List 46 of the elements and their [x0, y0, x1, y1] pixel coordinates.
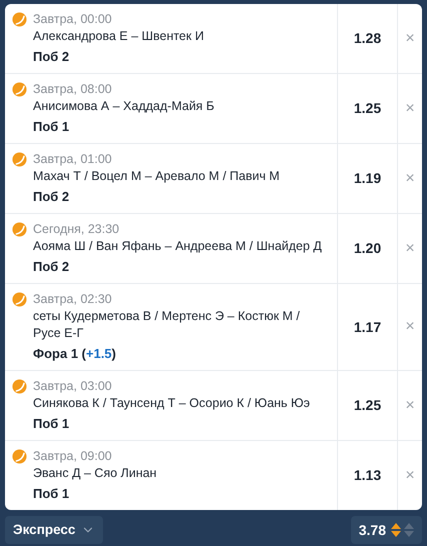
bet-selection: Поб 2 [33, 48, 70, 66]
odds-value: 1.25 [354, 396, 382, 415]
bet-selection: Поб 2 [33, 258, 70, 276]
event-time: Завтра, 00:00 [33, 11, 113, 28]
tennis-ball-icon [12, 379, 27, 394]
bet-selection: Фора 1 (+1.5) [33, 345, 118, 363]
match-title: Эванс Д – Сяо Линан [33, 465, 157, 482]
event-time: Завтра, 03:00 [33, 378, 113, 395]
match-title: Александрова Е – Швентек И [33, 28, 204, 45]
remove-button[interactable]: × [398, 214, 422, 283]
match-title: Аояма Ш / Ван Яфань – Андреева М / Шнайдер Д [33, 238, 322, 255]
up-down-arrows-icon [391, 523, 401, 537]
odds-value: 1.28 [354, 29, 382, 48]
up-down-arrows-icon [404, 523, 414, 537]
tennis-ball-icon [12, 222, 27, 237]
tennis-ball-icon [12, 82, 27, 97]
remove-button[interactable]: × [398, 284, 422, 370]
match-title: Махач Т / Воцел М – Аревало М / Павич М [33, 168, 280, 185]
event-time: Завтра, 01:00 [33, 151, 113, 168]
remove-button[interactable]: × [398, 74, 422, 143]
bet-selection: Поб 2 [33, 188, 70, 206]
match-title: сеты Кудерметова В / Мертенс Э – Костюк М / Русе Е-Г [33, 308, 301, 342]
tennis-ball-icon [12, 292, 27, 307]
bet-selection: Поб 1 [33, 415, 70, 433]
odds-value: 1.19 [354, 169, 382, 188]
remove-button[interactable]: × [398, 441, 422, 510]
match-title: Синякова К / Таунсенд Т – Осорио К / Юань Юэ [33, 395, 310, 412]
tennis-ball-icon [12, 152, 27, 167]
bet-selection: Поб 1 [33, 118, 70, 136]
event-time: Завтра, 08:00 [33, 81, 113, 98]
tennis-ball-icon [12, 449, 27, 464]
odds-value: 1.25 [354, 99, 382, 118]
odds-value: 1.20 [354, 239, 382, 258]
remove-button[interactable]: × [398, 4, 422, 73]
event-time: Завтра, 09:00 [33, 448, 113, 465]
odds-value: 1.17 [354, 318, 382, 336]
bet-selection: Поб 1 [33, 485, 70, 503]
match-title: Анисимова А – Хаддад-Майя Б [33, 98, 214, 115]
bet-type-dropdown[interactable]: Экспресс [5, 516, 104, 544]
odds-value: 1.13 [354, 466, 382, 485]
event-time: Завтра, 02:30 [33, 291, 113, 308]
remove-button[interactable]: × [398, 144, 422, 213]
total-odds: 3.78 [358, 520, 386, 540]
event-time: Сегодня, 23:30 [33, 221, 120, 238]
remove-button[interactable]: × [398, 371, 422, 440]
tennis-ball-icon [12, 12, 27, 27]
